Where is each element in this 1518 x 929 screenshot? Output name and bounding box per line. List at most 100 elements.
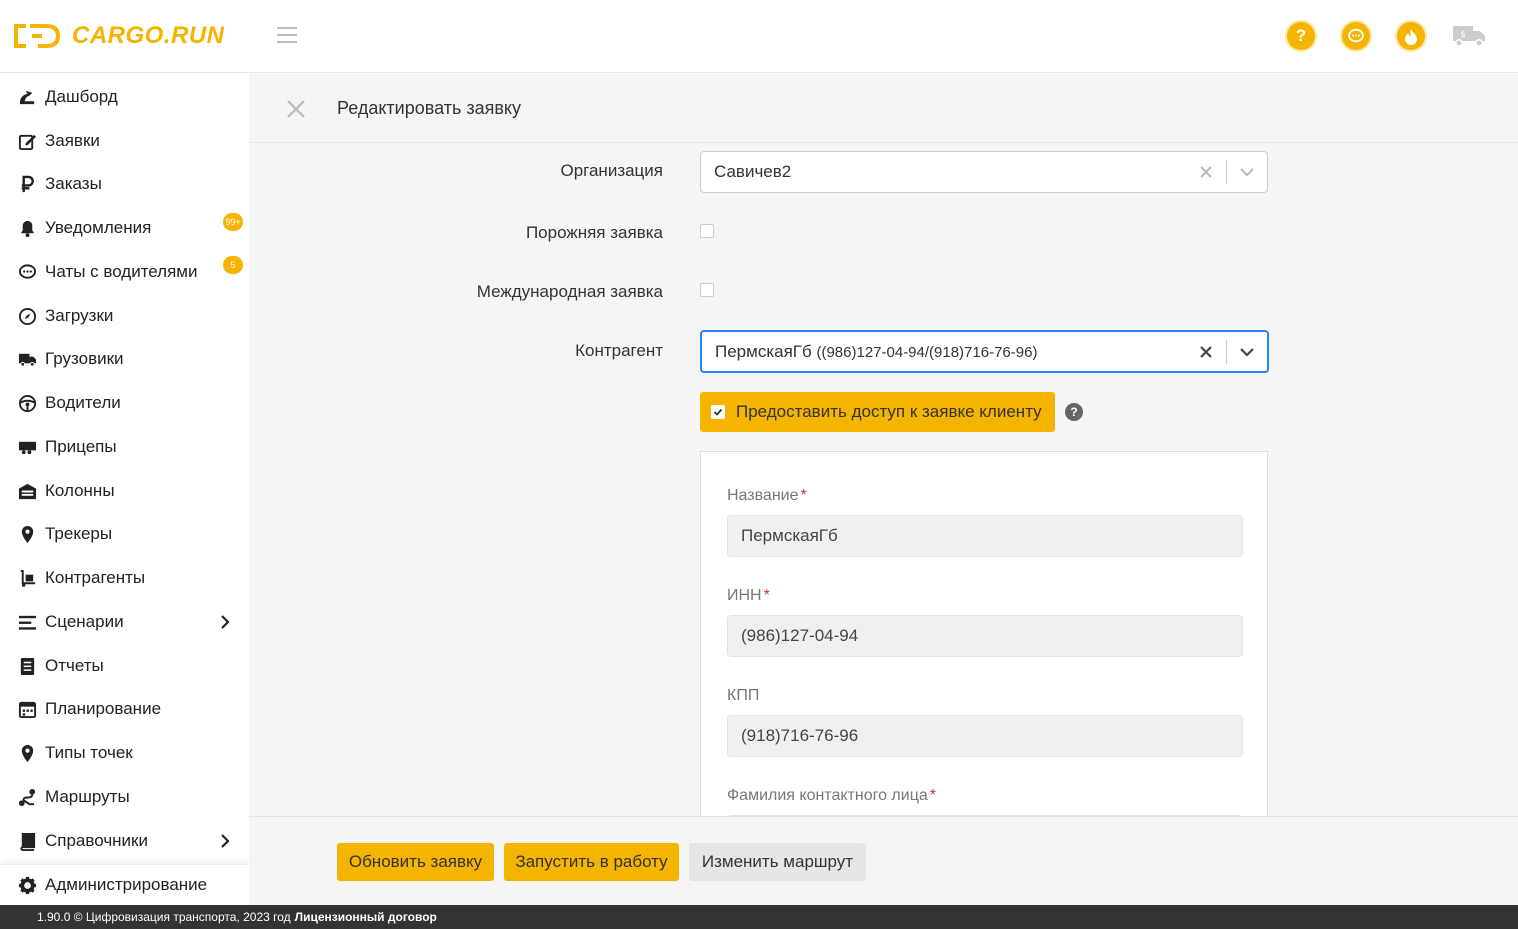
report-icon bbox=[16, 655, 38, 677]
kpp-field[interactable]: (918)716-76-96 bbox=[727, 715, 1243, 757]
change-route-button[interactable]: Изменить маршрут bbox=[689, 843, 866, 881]
sidebar-item-point-types[interactable]: Типы точек bbox=[0, 733, 249, 773]
notifications-count-badge: 99+ bbox=[223, 213, 243, 231]
menu-toggle-icon[interactable] bbox=[277, 27, 297, 43]
footer: 1.90.0 © Цифровизация транспорта, 2023 г… bbox=[0, 905, 1518, 929]
chat-bubble-icon[interactable] bbox=[1342, 22, 1370, 50]
sidebar-item-planning[interactable]: Планирование bbox=[0, 689, 249, 729]
trailer-icon bbox=[16, 436, 38, 458]
book-icon bbox=[16, 830, 38, 852]
sidebar-item-routes[interactable]: Маршруты bbox=[0, 777, 249, 817]
list-icon bbox=[16, 611, 38, 633]
truck-money-icon[interactable]: $ bbox=[1452, 23, 1486, 49]
dolly-icon bbox=[16, 567, 38, 589]
license-link[interactable]: Лицензионный договор bbox=[295, 910, 437, 924]
sidebar-item-label: Грузовики bbox=[45, 349, 124, 368]
sidebar-item-references[interactable]: Справочники bbox=[0, 821, 249, 861]
sidebar-item-orders[interactable]: Заказы bbox=[0, 164, 249, 204]
help-icon[interactable]: ? bbox=[1065, 403, 1083, 421]
top-header: CARGO.RUN ? $ bbox=[0, 0, 1518, 73]
name-label: Название * bbox=[727, 487, 807, 504]
empty-order-label: Порожняя заявка bbox=[525, 223, 663, 242]
steering-wheel-icon bbox=[16, 392, 38, 414]
sidebar-item-administration[interactable]: Администрирование bbox=[0, 864, 249, 905]
sidebar-item-trucks[interactable]: Грузовики bbox=[0, 339, 249, 379]
sidebar-item-scenarios[interactable]: Сценарии bbox=[0, 602, 249, 642]
logo[interactable]: CARGO.RUN bbox=[12, 22, 225, 50]
sidebar-item-columns[interactable]: Колонны bbox=[0, 471, 249, 511]
route-icon bbox=[16, 786, 38, 808]
sidebar-item-driver-chats[interactable]: Чаты с водителями bbox=[0, 252, 249, 292]
sidebar-item-label: Справочники bbox=[45, 831, 148, 850]
international-order-checkbox[interactable] bbox=[700, 283, 714, 297]
sidebar-item-label: Заказы bbox=[45, 174, 102, 193]
chevron-down-icon[interactable] bbox=[1227, 332, 1267, 371]
sidebar-item-label: Маршруты bbox=[45, 787, 130, 806]
start-work-button[interactable]: Запустить в работу bbox=[504, 843, 679, 881]
sidebar-item-orders-requests[interactable]: Заявки bbox=[0, 121, 249, 161]
sidebar-item-label: Уведомления bbox=[45, 218, 152, 237]
sidebar-item-label: Водители bbox=[45, 393, 121, 412]
chat-icon bbox=[16, 261, 38, 283]
empty-order-checkbox[interactable] bbox=[700, 224, 714, 238]
counterparty-select[interactable]: ПермскаяГб ((986)127-04-94/(918)716-76-9… bbox=[700, 330, 1269, 373]
page-titlebar: Редактировать заявку bbox=[249, 74, 1518, 143]
calendar-icon bbox=[16, 698, 38, 720]
sidebar-item-label: Контрагенты bbox=[45, 568, 146, 587]
sidebar-item-label: Прицепы bbox=[45, 437, 117, 456]
contact-lastname-label: Фамилия контактного лица * bbox=[727, 787, 936, 804]
update-order-button[interactable]: Обновить заявку bbox=[337, 843, 494, 881]
close-icon[interactable] bbox=[285, 98, 307, 120]
sidebar-item-label: Администрирование bbox=[45, 875, 208, 894]
organization-label: Организация bbox=[560, 161, 663, 180]
cargo-logo-icon bbox=[14, 24, 61, 48]
sidebar-item-notifications[interactable]: Уведомления bbox=[0, 208, 249, 248]
kpp-label: КПП bbox=[727, 687, 760, 704]
sidebar-item-loadings[interactable]: Загрузки bbox=[0, 296, 249, 336]
sidebar-item-label: Чаты с водителями bbox=[45, 262, 198, 281]
sidebar-item-label: Сценарии bbox=[45, 612, 124, 631]
sidebar-item-label: Дашборд bbox=[45, 87, 118, 106]
driver-chats-count-badge: 5 bbox=[223, 256, 243, 274]
counterparty-card: Название * ПермскаяГб ИНН * (986)127-04-94… bbox=[700, 451, 1268, 831]
sidebar-item-label: Трекеры bbox=[45, 524, 113, 543]
sidebar-item-label: Планирование bbox=[45, 699, 162, 718]
counterparty-name: ПермскаяГб bbox=[715, 341, 812, 361]
name-field[interactable]: ПермскаяГб bbox=[727, 515, 1243, 557]
sidebar-item-trackers[interactable]: Трекеры bbox=[0, 514, 249, 554]
clear-icon[interactable] bbox=[1186, 152, 1226, 192]
organization-select[interactable]: Савичев2 bbox=[700, 151, 1268, 193]
share-access-toggle[interactable]: Предоставить доступ к заявке клиенту bbox=[700, 392, 1055, 432]
sidebar-item-label: Загрузки bbox=[45, 306, 114, 325]
sidebar-item-counterparties[interactable]: Контрагенты bbox=[0, 558, 249, 598]
map-pin-icon bbox=[16, 742, 38, 764]
chevron-down-icon[interactable] bbox=[1227, 152, 1267, 192]
sidebar-item-trailers[interactable]: Прицепы bbox=[0, 427, 249, 467]
top-icons: ? $ bbox=[1287, 22, 1486, 50]
counterparty-value: ПермскаяГб ((986)127-04-94/(918)716-76-9… bbox=[702, 342, 1186, 362]
fire-icon[interactable] bbox=[1397, 22, 1425, 50]
international-order-label: Международная заявка bbox=[476, 282, 663, 301]
compass-icon bbox=[16, 305, 38, 327]
sidebar-item-drivers[interactable]: Водители bbox=[0, 383, 249, 423]
sidebar: Дашборд Заявки Заказы Уведомления 99+ Ча… bbox=[0, 74, 249, 905]
sidebar-item-dashboard[interactable]: Дашборд bbox=[0, 77, 249, 117]
inn-field[interactable]: (986)127-04-94 bbox=[727, 615, 1243, 657]
chevron-right-icon bbox=[221, 615, 230, 629]
truck-icon bbox=[16, 348, 38, 370]
share-access-label: Предоставить доступ к заявке клиенту bbox=[736, 402, 1042, 421]
organization-value: Савичев2 bbox=[714, 162, 792, 181]
logo-text: CARGO.RUN bbox=[72, 22, 225, 49]
sidebar-item-label: Типы точек bbox=[45, 743, 133, 762]
sidebar-item-reports[interactable]: Отчеты bbox=[0, 646, 249, 686]
action-bar: Обновить заявку Запустить в работу Измен… bbox=[249, 816, 1518, 905]
sidebar-item-label: Отчеты bbox=[45, 656, 104, 675]
ruble-icon bbox=[16, 173, 38, 195]
help-icon[interactable]: ? bbox=[1287, 22, 1315, 50]
gear-icon bbox=[16, 874, 38, 896]
counterparty-detail: ((986)127-04-94/(918)716-76-96) bbox=[816, 343, 1038, 361]
sidebar-item-label: Заявки bbox=[45, 131, 100, 150]
footer-text: 1.90.0 © Цифровизация транспорта, 2023 г… bbox=[37, 910, 291, 924]
clear-icon[interactable] bbox=[1186, 332, 1226, 371]
bell-icon bbox=[16, 217, 38, 239]
